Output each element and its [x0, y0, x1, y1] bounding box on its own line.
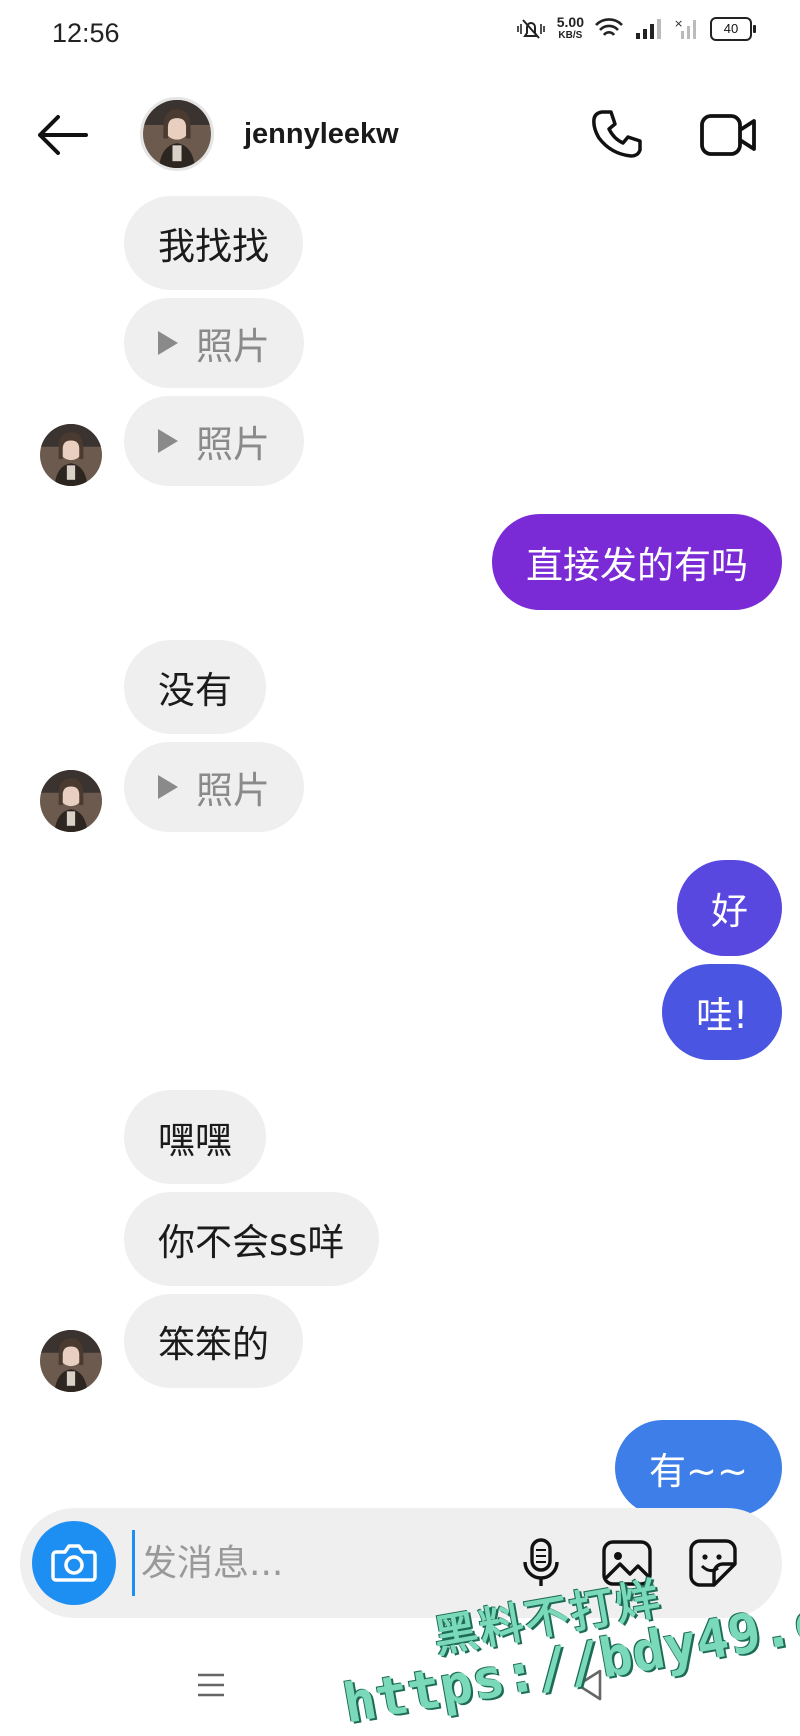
phone-icon[interactable]: [590, 106, 646, 162]
message-text: 笨笨的: [158, 1323, 269, 1366]
message-text: 直接发的有吗: [526, 544, 748, 587]
avatar-photo: [40, 1330, 102, 1392]
play-icon: [158, 775, 178, 799]
chat-username[interactable]: jennyleekw: [244, 118, 399, 151]
avatar[interactable]: [140, 97, 214, 171]
message-composer: [20, 1508, 782, 1618]
camera-button[interactable]: [32, 1521, 116, 1605]
wifi-icon: [595, 18, 623, 36]
signal-icon: [636, 19, 661, 39]
video-camera-icon[interactable]: [698, 108, 758, 162]
message-text: 照片: [196, 325, 270, 368]
message-text: 有~~: [648, 1450, 748, 1493]
photo-message-bubble[interactable]: 照片: [124, 742, 304, 832]
message-input[interactable]: [132, 1530, 501, 1596]
sticker-icon[interactable]: [686, 1536, 740, 1590]
photo-message-bubble[interactable]: 照片: [124, 396, 304, 486]
message-bubble-incoming[interactable]: 没有: [124, 640, 266, 734]
sender-avatar[interactable]: [40, 1330, 102, 1392]
play-icon: [158, 429, 178, 453]
message-bubble-outgoing[interactable]: 直接发的有吗: [492, 514, 782, 610]
message-text: 嘿嘿: [158, 1119, 232, 1162]
back-arrow-icon[interactable]: [34, 110, 90, 160]
message-text: 我找找: [158, 225, 269, 268]
message-bubble-incoming[interactable]: 我找找: [124, 196, 303, 290]
avatar-photo: [40, 770, 102, 832]
message-bubble-incoming[interactable]: 笨笨的: [124, 1294, 303, 1388]
status-bar: 12:56 5.00 KB/S × 40: [0, 0, 800, 70]
camera-icon: [51, 1544, 97, 1582]
sender-avatar[interactable]: [40, 424, 102, 486]
menu-icon[interactable]: [196, 1670, 226, 1700]
message-bubble-incoming[interactable]: 嘿嘿: [124, 1090, 266, 1184]
message-bubble-incoming[interactable]: 你不会ss咩: [124, 1192, 379, 1286]
avatar-photo: [40, 424, 102, 486]
message-text: 哇!: [696, 994, 748, 1037]
status-time: 12:56: [52, 18, 120, 48]
message-text: 好: [711, 890, 748, 933]
message-text: 照片: [196, 423, 270, 466]
sender-avatar[interactable]: [40, 770, 102, 832]
status-icons: 5.00 KB/S × 40: [515, 14, 756, 42]
net-speed: 5.00 KB/S: [556, 14, 584, 41]
chat-header: jennyleekw: [0, 80, 800, 190]
avatar-photo: [143, 100, 211, 168]
message-text: 你不会ss咩: [158, 1221, 345, 1264]
message-bubble-outgoing[interactable]: 好: [677, 860, 782, 956]
signal-no-service-icon: ×: [674, 17, 696, 39]
mute-bell-icon: [516, 19, 545, 39]
message-text: 没有: [158, 669, 232, 712]
message-bubble-outgoing[interactable]: 哇!: [662, 964, 782, 1060]
battery-indicator: 40: [710, 17, 756, 41]
message-bubble-outgoing[interactable]: 有~~: [614, 1420, 782, 1516]
play-icon: [158, 331, 178, 355]
svg-text:×: ×: [674, 17, 683, 30]
photo-message-bubble[interactable]: 照片: [124, 298, 304, 388]
message-text: 照片: [196, 769, 270, 812]
